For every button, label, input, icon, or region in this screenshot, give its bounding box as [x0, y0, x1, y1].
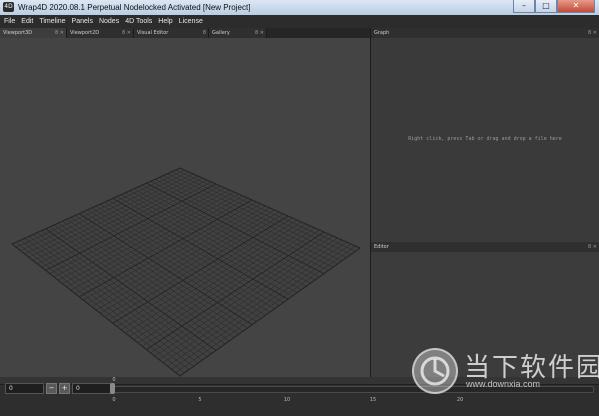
window-title: Wrap4D 2020.08.1 Perpetual Nodelocked Ac… [18, 3, 251, 12]
menu-edit[interactable]: Edit [18, 15, 36, 28]
tab-label: Editor [374, 244, 389, 250]
tab-label: Viewport2D [70, 30, 100, 36]
tab-viewport2d[interactable]: Viewport2D 8 ✕ [67, 28, 134, 38]
tick-label: 10 [283, 397, 291, 403]
watermark-url: www.downxia.com [466, 379, 541, 389]
menu-help[interactable]: Help [155, 15, 175, 28]
tab-close-icon[interactable]: 8 ✕ [55, 28, 64, 38]
graph-hint-text: Right click, press Tab or drag and drop … [408, 136, 562, 142]
menu-file[interactable]: File [0, 15, 18, 28]
viewport-3d[interactable] [0, 38, 370, 377]
menu-license[interactable]: License [176, 15, 206, 28]
increment-button[interactable]: + [59, 383, 70, 394]
tab-label: Visual Editor [137, 30, 169, 36]
menu-timeline[interactable]: Timeline [36, 15, 68, 28]
menu-bar: File Edit Timeline Panels Nodes 4D Tools… [0, 15, 599, 28]
panel-close-icon[interactable]: 8 ✕ [588, 28, 597, 38]
grid-outline [11, 167, 362, 377]
tick-label: 15 [369, 397, 377, 403]
timeline-slider-handle[interactable] [110, 383, 115, 394]
panel-close-icon[interactable]: 8 ✕ [588, 242, 597, 252]
ground-grid [11, 167, 362, 377]
tab-close-icon[interactable]: 8 ✕ [255, 28, 264, 38]
graph-tab-bar: Graph 8 ✕ [371, 28, 599, 38]
graph-panel[interactable]: Right click, press Tab or drag and drop … [371, 38, 599, 242]
tab-visual-editor[interactable]: Visual Editor 8 [134, 28, 209, 38]
tab-label: Graph [374, 30, 390, 36]
watermark-logo-icon [412, 348, 458, 394]
viewport-tab-bar: Viewport3D 8 ✕ Viewport2D 8 ✕ Visual Edi… [0, 28, 370, 38]
minimize-button[interactable]: – [513, 0, 535, 13]
end-frame-field[interactable]: 0 [72, 383, 111, 394]
tab-label: Gallery [212, 30, 230, 36]
tab-editor[interactable]: Editor [371, 242, 431, 252]
tab-close-icon[interactable]: 8 ✕ [122, 28, 131, 38]
tab-gallery[interactable]: Gallery 8 ✕ [209, 28, 267, 38]
current-frame-field[interactable]: 0 [5, 383, 44, 394]
menu-4d-tools[interactable]: 4D Tools [122, 15, 155, 28]
tab-viewport3d[interactable]: Viewport3D 8 ✕ [0, 28, 67, 38]
menu-nodes[interactable]: Nodes [96, 15, 122, 28]
watermark: 当下软件园 www.downxia.com [412, 345, 599, 395]
tab-pin-icon[interactable]: 8 [203, 28, 206, 38]
close-button[interactable]: ✕ [557, 0, 595, 13]
tick-label: 0 [112, 397, 116, 403]
tick-label: 5 [198, 397, 202, 403]
title-bar: 4D Wrap4D 2020.08.1 Perpetual Nodelocked… [0, 0, 599, 16]
app-icon: 4D [3, 2, 14, 12]
tab-graph[interactable]: Graph [371, 28, 431, 38]
tab-label: Viewport3D [3, 30, 33, 36]
menu-panels[interactable]: Panels [69, 15, 96, 28]
window-controls: – □ ✕ [513, 0, 595, 14]
decrement-button[interactable]: − [46, 383, 57, 394]
editor-tab-bar: Editor 8 ✕ [371, 242, 599, 252]
maximize-button[interactable]: □ [535, 0, 557, 13]
frame-controls: 0 − + 0 [5, 383, 111, 394]
tick-label: 20 [456, 397, 464, 403]
